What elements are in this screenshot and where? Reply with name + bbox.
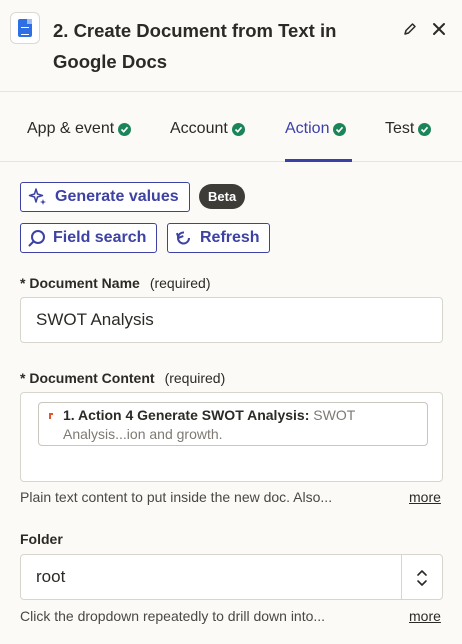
document-content-help: Plain text content to put inside the new…: [20, 489, 333, 505]
close-icon[interactable]: [428, 18, 450, 40]
document-content-more-link[interactable]: more: [409, 489, 441, 505]
document-name-label: * Document Name (required): [20, 275, 211, 291]
folder-more-link[interactable]: more: [409, 608, 441, 624]
tab-app-event[interactable]: App & event: [27, 119, 132, 139]
folder-select[interactable]: root: [20, 554, 443, 600]
tab-test[interactable]: Test: [385, 119, 432, 139]
tab-action[interactable]: Action: [285, 119, 347, 139]
google-docs-icon: [10, 12, 40, 44]
search-icon: [28, 230, 45, 247]
mapped-field-chip[interactable]: 1. Action 4 Generate SWOT Analysis: SWOT…: [38, 402, 428, 446]
field-search-button[interactable]: Field search: [20, 223, 157, 253]
beta-badge: Beta: [199, 184, 246, 209]
pencil-icon[interactable]: [399, 18, 421, 40]
folder-label: Folder: [20, 531, 63, 547]
refresh-icon: [175, 231, 190, 245]
generate-values-button[interactable]: Generate values: [20, 182, 190, 212]
check-circle-icon: [231, 122, 245, 136]
document-content-label: * Document Content (required): [20, 370, 226, 386]
document-name-input[interactable]: SWOT Analysis: [20, 297, 443, 343]
step-header: 2. Create Document from Text in Google D…: [0, 0, 462, 92]
check-circle-icon: [418, 122, 432, 136]
check-circle-icon: [118, 122, 132, 136]
zapier-action-icon: [46, 411, 56, 421]
document-content-input[interactable]: 1. Action 4 Generate SWOT Analysis: SWOT…: [20, 392, 443, 482]
chevron-updown-icon: [417, 570, 427, 586]
check-circle-icon: [333, 122, 347, 136]
step-title: 2. Create Document from Text in Google D…: [53, 20, 337, 72]
folder-help: Click the dropdown repeatedly to drill d…: [20, 608, 326, 624]
active-tab-indicator: [285, 159, 352, 162]
tab-account[interactable]: Account: [170, 119, 245, 139]
refresh-button[interactable]: Refresh: [167, 223, 270, 253]
sparkle-icon: [28, 188, 46, 205]
step-tabs: App & event Account Action Test: [0, 93, 462, 162]
